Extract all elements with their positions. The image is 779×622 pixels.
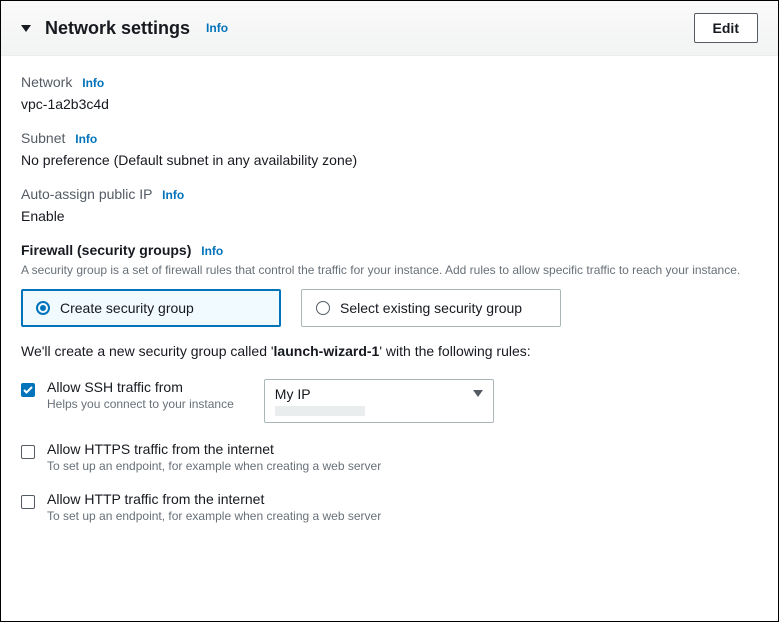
info-link-firewall[interactable]: Info — [201, 244, 223, 258]
network-value: vpc-1a2b3c4d — [21, 96, 758, 112]
ip-address-redacted — [275, 406, 365, 416]
sg-name: launch-wizard-1 — [274, 343, 380, 359]
subnet-label-text: Subnet — [21, 130, 65, 146]
sg-info-suffix: ' with the following rules: — [379, 343, 530, 359]
autoip-label-text: Auto-assign public IP — [21, 186, 152, 202]
radio-select-existing-security-group[interactable]: Select existing security group — [301, 289, 561, 327]
panel-header-left: Network settings Info — [21, 18, 228, 39]
radio-create-security-group[interactable]: Create security group — [21, 289, 281, 327]
allow-http-label: Allow HTTP traffic from the internet — [47, 491, 758, 507]
network-label-text: Network — [21, 74, 72, 90]
allow-https-text: Allow HTTPS traffic from the internet To… — [47, 441, 758, 473]
checkbox-allow-https[interactable] — [21, 445, 35, 459]
checkmark-icon — [23, 386, 33, 394]
firewall-field: Firewall (security groups) Info A securi… — [21, 242, 758, 523]
dropdown-top: My IP — [275, 386, 483, 402]
firewall-description: A security group is a set of firewall ru… — [21, 262, 758, 279]
edit-button[interactable]: Edit — [694, 13, 758, 43]
ssh-source-select[interactable]: My IP — [264, 379, 494, 423]
info-link-network[interactable]: Info — [82, 76, 104, 90]
subnet-field: Subnet Info No preference (Default subne… — [21, 130, 758, 168]
allow-https-row: Allow HTTPS traffic from the internet To… — [21, 441, 758, 473]
allow-http-hint: To set up an endpoint, for example when … — [47, 509, 758, 523]
radio-select-label: Select existing security group — [340, 300, 522, 316]
autoip-value: Enable — [21, 208, 758, 224]
autoip-field: Auto-assign public IP Info Enable — [21, 186, 758, 224]
firewall-label: Firewall (security groups) Info — [21, 242, 758, 258]
allow-https-label: Allow HTTPS traffic from the internet — [47, 441, 758, 457]
security-group-radio-row: Create security group Select existing se… — [21, 289, 758, 327]
info-link-header[interactable]: Info — [206, 21, 228, 35]
autoip-label: Auto-assign public IP Info — [21, 186, 758, 202]
allow-ssh-left: Allow SSH traffic from Helps you connect… — [21, 379, 234, 411]
info-link-autoip[interactable]: Info — [162, 188, 184, 202]
radio-icon — [36, 301, 50, 315]
panel-title: Network settings — [45, 18, 190, 39]
sg-info-prefix: We'll create a new security group called… — [21, 343, 274, 359]
network-label: Network Info — [21, 74, 758, 90]
allow-ssh-row: Allow SSH traffic from Helps you connect… — [21, 379, 758, 423]
network-settings-panel: Network settings Info Edit Network Info … — [0, 0, 779, 622]
chevron-down-icon — [473, 390, 483, 397]
info-link-subnet[interactable]: Info — [75, 132, 97, 146]
checkbox-allow-ssh[interactable] — [21, 383, 35, 397]
chevron-down-icon[interactable] — [21, 25, 31, 32]
subnet-value: No preference (Default subnet in any ava… — [21, 152, 758, 168]
radio-icon — [316, 301, 330, 315]
checkbox-allow-http[interactable] — [21, 495, 35, 509]
network-field: Network Info vpc-1a2b3c4d — [21, 74, 758, 112]
firewall-label-text: Firewall (security groups) — [21, 242, 191, 258]
security-group-info: We'll create a new security group called… — [21, 343, 758, 359]
allow-http-text: Allow HTTP traffic from the internet To … — [47, 491, 758, 523]
allow-ssh-hint: Helps you connect to your instance — [47, 397, 234, 411]
panel-header: Network settings Info Edit — [1, 1, 778, 56]
allow-https-hint: To set up an endpoint, for example when … — [47, 459, 758, 473]
allow-ssh-text: Allow SSH traffic from Helps you connect… — [47, 379, 234, 411]
allow-http-row: Allow HTTP traffic from the internet To … — [21, 491, 758, 523]
ssh-source-value: My IP — [275, 386, 311, 402]
allow-ssh-label: Allow SSH traffic from — [47, 379, 234, 395]
panel-body: Network Info vpc-1a2b3c4d Subnet Info No… — [1, 56, 778, 561]
subnet-label: Subnet Info — [21, 130, 758, 146]
radio-create-label: Create security group — [60, 300, 194, 316]
